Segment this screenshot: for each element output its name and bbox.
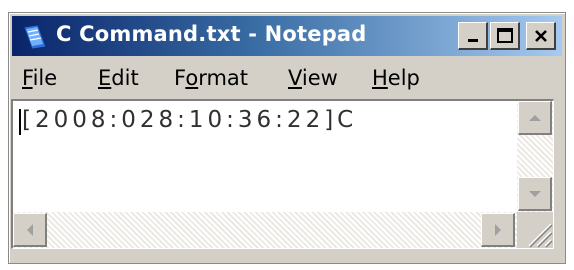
arrow-up-icon [528,114,541,121]
resize-grip[interactable] [517,212,553,248]
text-caret [19,109,21,135]
maximize-icon [496,27,513,43]
arrow-right-icon [494,223,501,236]
vertical-scrollbar[interactable] [517,101,553,213]
menu-view[interactable]: View [288,66,338,90]
text-editor[interactable]: [2008:028:10:36:22]C [11,99,554,249]
resize-grip-icon [528,223,553,248]
notepad-icon[interactable] [22,23,48,51]
scroll-right-button[interactable] [481,213,515,247]
menu-bar: File Edit Format View Help [12,59,562,99]
editor-text-area[interactable]: [2008:028:10:36:22]C [13,101,517,213]
minimize-button[interactable] [458,22,488,50]
title-bar[interactable]: C Command.txt - Notepad [12,16,562,56]
scroll-up-button[interactable] [518,101,552,135]
scroll-left-button[interactable] [13,213,47,247]
editor-content: [2008:028:10:36:22]C [22,107,358,133]
minimize-icon [467,38,478,42]
arrow-down-icon [528,190,541,197]
close-button[interactable] [526,22,556,50]
menu-format[interactable]: Format [174,66,248,90]
menu-file[interactable]: File [22,66,57,90]
menu-help[interactable]: Help [372,66,420,90]
window-title: C Command.txt - Notepad [56,22,367,46]
close-icon [534,29,547,42]
horizontal-scrollbar[interactable] [13,212,517,248]
maximize-button[interactable] [490,22,520,50]
scroll-down-button[interactable] [518,177,552,211]
menu-edit[interactable]: Edit [98,66,139,90]
arrow-left-icon [26,223,33,236]
